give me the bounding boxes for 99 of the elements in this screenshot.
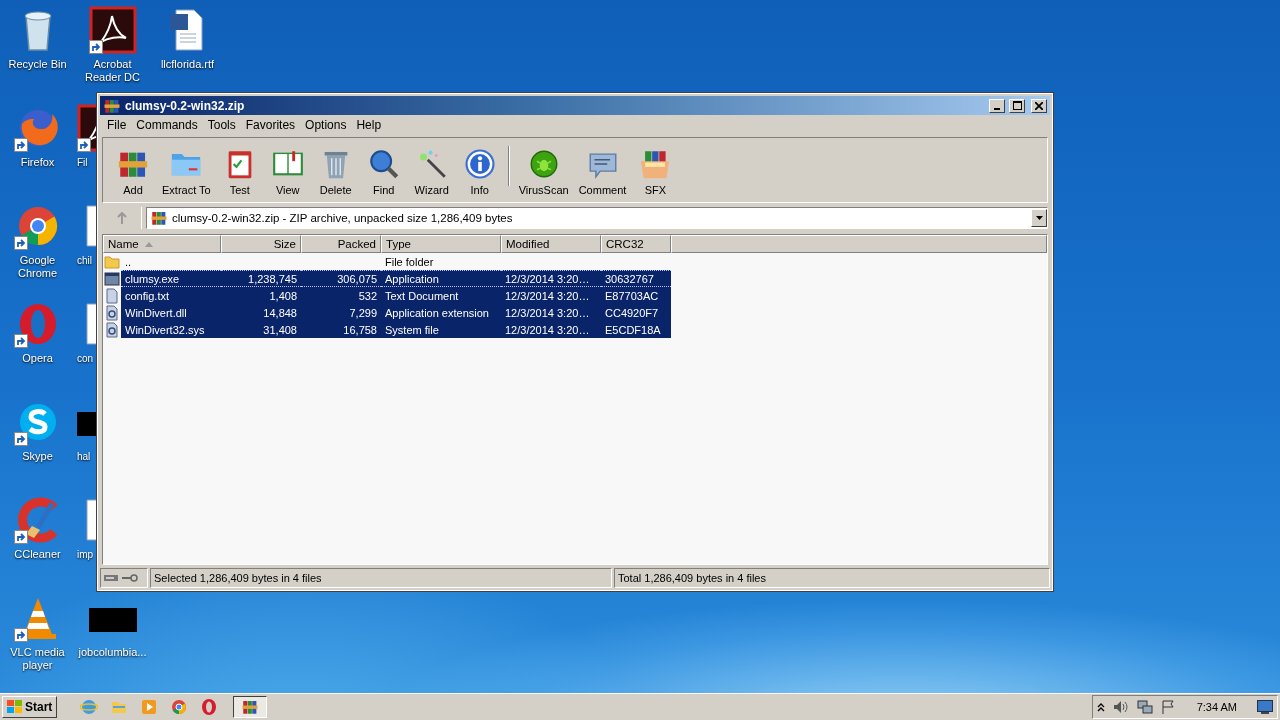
table-cell: 532: [301, 287, 381, 304]
media-player-icon: [140, 698, 159, 716]
drive-icon: [104, 574, 118, 582]
toolbar-button[interactable]: Wizard: [407, 142, 456, 200]
column-header[interactable]: Packed: [301, 235, 381, 253]
desktop-icon-label[interactable]: Fil: [77, 156, 88, 169]
desktop-icon-label[interactable]: CCleaner: [14, 548, 61, 561]
table-cell: 31,408: [221, 321, 301, 338]
desktop-icon-label[interactable]: Firefox: [20, 156, 55, 169]
key-icon: [122, 574, 138, 582]
table-cell: 12/3/2014 3:20…: [501, 304, 601, 321]
column-header[interactable]: CRC32: [601, 235, 671, 253]
table-cell-text: File folder: [384, 255, 435, 270]
table-cell: 30632767: [601, 270, 671, 287]
table-cell: CC4920F7: [601, 304, 671, 321]
table-cell: 12/3/2014 3:20…: [501, 321, 601, 338]
desktop-icon-label[interactable]: llcflorida.rtf: [160, 58, 215, 71]
toolbar-button[interactable]: SFX: [631, 142, 680, 200]
maximize-button[interactable]: [1009, 98, 1025, 113]
menu-item[interactable]: Commands: [131, 118, 203, 132]
desktop-icon-label[interactable]: Acrobat Reader DC: [76, 58, 149, 84]
toolbar-button[interactable]: Add: [109, 142, 157, 200]
ring-icon: [200, 698, 219, 716]
minimize-button[interactable]: [989, 98, 1005, 113]
close-button[interactable]: [1031, 98, 1047, 113]
desktop-icon-label[interactable]: imp: [77, 548, 94, 561]
address-field[interactable]: clumsy-0.2-win32.zip - ZIP archive, unpacked size 1,286,409 bytes: [146, 207, 1048, 229]
toolbar-button[interactable]: Extract To: [157, 142, 216, 200]
desktop-icon-label[interactable]: Recycle Bin: [8, 58, 67, 71]
flag-icon: [1160, 700, 1175, 714]
table-cell: 12/3/2014 3:20…: [501, 287, 601, 304]
toolbar-button[interactable]: Test: [215, 142, 264, 200]
column-header[interactable]: Type: [381, 235, 501, 253]
table-cell: 1,238,745: [221, 270, 301, 287]
windows-flag-icon: [7, 700, 23, 714]
table-cell: 7,299: [301, 304, 381, 321]
minimize-icon: [994, 107, 1000, 110]
browser-icon: [80, 698, 99, 716]
table-cell: 306,075: [301, 270, 381, 287]
toolbar-button[interactable]: Delete: [311, 142, 360, 200]
browser-icon: [170, 698, 189, 716]
menu-item[interactable]: File: [102, 118, 132, 132]
dropdown-button[interactable]: [1031, 209, 1047, 227]
gear-file-icon: [104, 304, 120, 321]
sort-arrow-icon: [144, 241, 153, 247]
menu-item[interactable]: Options: [300, 118, 352, 132]
desktop-icon-label[interactable]: Skype: [22, 450, 53, 463]
toolbar-button[interactable]: View: [263, 142, 312, 200]
table-cell: Text Document: [381, 287, 501, 304]
taskbar-app-button[interactable]: [233, 696, 268, 718]
menu-item[interactable]: Favorites: [240, 118, 301, 132]
file-name[interactable]: clumsy.exe: [121, 270, 221, 287]
table-cell: E87703AC: [601, 287, 671, 304]
gear-file-icon: [104, 321, 120, 338]
menu-item[interactable]: Tools: [202, 118, 241, 132]
window-title: clumsy-0.2-win32.zip: [125, 98, 246, 113]
menu-item[interactable]: Help: [351, 118, 387, 132]
file-name[interactable]: config.txt: [121, 287, 221, 304]
table-cell: Application extension: [381, 304, 501, 321]
table-cell: Application: [381, 270, 501, 287]
column-header[interactable]: Modified: [501, 235, 601, 253]
status-text: Total 1,286,409 bytes in 4 files: [618, 572, 766, 584]
start-button[interactable]: Start: [2, 696, 58, 718]
clock[interactable]: 7:34 AM: [1196, 701, 1237, 713]
network-icon: [1136, 700, 1153, 714]
toolbar-button[interactable]: Comment: [573, 142, 632, 200]
close-icon: [1035, 101, 1043, 110]
up-arrow-icon: [116, 212, 127, 224]
toolbar-button[interactable]: VirusScan: [513, 142, 574, 200]
table-cell: 16,758: [301, 321, 381, 338]
chevron-up-icon: [1096, 702, 1105, 712]
speaker-icon: [1112, 700, 1129, 714]
file-name[interactable]: WinDivert.dll: [121, 304, 221, 321]
desktop-icon-label[interactable]: hal: [77, 450, 91, 463]
show-desktop-icon[interactable]: [1257, 700, 1273, 714]
table-cell: System file: [381, 321, 501, 338]
desktop-icon-label[interactable]: VLC media player: [1, 646, 74, 672]
column-header[interactable]: Name: [103, 235, 221, 253]
file-name[interactable]: ..: [121, 253, 221, 270]
status-text: Selected 1,286,409 bytes in 4 files: [154, 572, 322, 584]
column-header[interactable]: Size: [221, 235, 301, 253]
toolbar-button[interactable]: Find: [359, 142, 408, 200]
desktop-icon-label[interactable]: Google Chrome: [1, 254, 74, 280]
desktop-icon-label[interactable]: con: [77, 352, 94, 365]
table-cell: 12/3/2014 3:20…: [501, 270, 601, 287]
folder-icon: [104, 253, 120, 270]
desktop-icon-label[interactable]: chil: [77, 254, 92, 267]
archive-icon: [150, 209, 168, 227]
file-name[interactable]: WinDivert32.sys: [121, 321, 221, 338]
table-cell: E5CDF18A: [601, 321, 671, 338]
caret-icon: [1035, 216, 1043, 220]
program-icon: [104, 270, 120, 287]
toolbar-button[interactable]: Info: [455, 142, 504, 200]
table-cell: 1,408: [221, 287, 301, 304]
table-cell: 14,848: [221, 304, 301, 321]
archive-icon: [241, 698, 260, 716]
maximize-icon: [1012, 101, 1022, 110]
desktop-icon-label[interactable]: Opera: [22, 352, 53, 365]
app-icon: [88, 6, 137, 54]
